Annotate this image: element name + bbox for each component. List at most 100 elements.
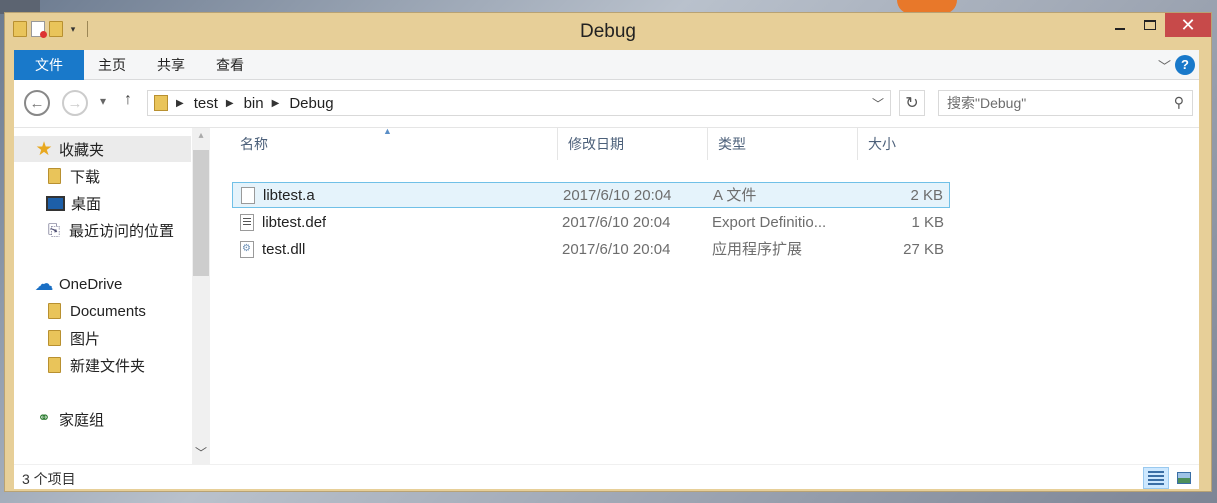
sidebar-item-onedrive[interactable]: ☁ OneDrive xyxy=(14,271,123,297)
sidebar-item-label: 桌面 xyxy=(71,195,102,213)
close-icon: ✕ xyxy=(1180,14,1196,35)
forward-button[interactable]: → xyxy=(62,90,88,116)
sidebar-item-recent-places[interactable]: ⎘ 最近访问的位置 xyxy=(14,217,174,243)
column-header-size[interactable]: 大小 xyxy=(857,128,953,160)
homegroup-icon: ⚭ xyxy=(37,410,51,427)
breadcrumb-separator-icon[interactable]: ▶ xyxy=(272,98,280,109)
back-button[interactable]: ← xyxy=(24,90,50,116)
desktop-icon xyxy=(46,195,65,211)
file-name: libtest.a xyxy=(263,187,315,204)
sidebar-item-label: 图片 xyxy=(70,330,101,348)
refresh-icon: ↻ xyxy=(905,95,919,112)
refresh-button[interactable]: ↻ xyxy=(899,90,925,116)
details-view-button[interactable] xyxy=(1143,467,1169,489)
text-file-icon xyxy=(240,214,254,231)
search-box: ⚲ xyxy=(938,90,1193,116)
file-date: 2017/6/10 20:04 xyxy=(563,187,672,204)
recent-places-icon: ⎘ xyxy=(47,221,60,239)
breadcrumb-separator-icon[interactable]: ▶ xyxy=(226,98,234,109)
window-title: Debug xyxy=(580,21,636,42)
up-arrow-icon[interactable]: ↑ xyxy=(124,91,132,109)
close-button[interactable]: ✕ xyxy=(1165,13,1211,37)
sidebar-scrollbar[interactable]: ▴ ﹀ xyxy=(192,128,210,465)
sidebar-item-label: 下载 xyxy=(70,168,101,186)
file-name: libtest.def xyxy=(262,214,327,231)
file-size: 1 KB xyxy=(911,214,944,231)
file-date: 2017/6/10 20:04 xyxy=(562,214,671,231)
breadcrumb-separator-icon[interactable]: ▶ xyxy=(176,98,184,109)
ribbon-tabs: 文件 主页 共享 查看 ﹀ ? xyxy=(14,50,1199,80)
scrollbar-thumb[interactable] xyxy=(193,150,209,276)
recent-locations-chevron-icon[interactable]: ▾ xyxy=(100,94,106,108)
star-icon: ★ xyxy=(35,138,53,160)
address-history-chevron-icon[interactable]: ﹀ xyxy=(872,95,884,112)
explorer-window: ▾ Debug ✕ 文件 主页 共享 查看 ﹀ ? ← → ▾ ↑ ▶ test… xyxy=(4,12,1212,492)
file-list: ▲ 名称 修改日期 类型 大小 libtest.a 2017/6/10 20:0… xyxy=(211,126,1199,465)
maximize-icon xyxy=(1144,20,1156,30)
sidebar-item-homegroup[interactable]: ⚭ 家庭组 xyxy=(14,406,104,432)
minimize-button[interactable] xyxy=(1105,13,1135,37)
sidebar-item-label: 收藏夹 xyxy=(59,141,105,159)
column-header-name[interactable]: 名称 xyxy=(230,128,560,160)
file-row-libtest-a[interactable]: libtest.a 2017/6/10 20:04 A 文件 2 KB xyxy=(232,182,950,208)
help-icon[interactable]: ? xyxy=(1175,55,1195,75)
file-name: test.dll xyxy=(262,241,306,258)
sidebar-item-label: 最近访问的位置 xyxy=(69,222,175,240)
file-row-test-dll[interactable]: test.dll 2017/6/10 20:04 应用程序扩展 27 KB xyxy=(232,237,950,263)
window-controls: ✕ xyxy=(1105,13,1211,37)
address-bar[interactable]: ▶ test ▶ bin ▶ Debug ﹀ xyxy=(147,90,891,116)
breadcrumb-bin[interactable]: bin xyxy=(244,95,264,112)
search-icon[interactable]: ⚲ xyxy=(1174,94,1184,111)
breadcrumb-test[interactable]: test xyxy=(194,95,218,112)
onedrive-cloud-icon: ☁ xyxy=(34,273,54,295)
large-icons-view-icon xyxy=(1177,472,1191,484)
file-size: 27 KB xyxy=(903,241,944,258)
minimize-icon xyxy=(1115,28,1125,30)
file-size: 2 KB xyxy=(910,187,943,204)
folder-icon xyxy=(48,357,61,373)
column-header-date[interactable]: 修改日期 xyxy=(557,128,707,160)
forward-arrow-icon: → xyxy=(67,94,83,112)
sidebar-item-desktop[interactable]: 桌面 xyxy=(14,190,101,216)
expand-ribbon-chevron-icon[interactable]: ﹀ xyxy=(1158,56,1171,75)
column-header-type[interactable]: 类型 xyxy=(707,128,857,160)
sidebar-item-new-folder[interactable]: 新建文件夹 xyxy=(14,352,145,378)
folder-icon xyxy=(48,303,61,319)
file-date: 2017/6/10 20:04 xyxy=(562,241,671,258)
sidebar-item-pictures[interactable]: 图片 xyxy=(14,325,100,351)
sidebar-item-label: Documents xyxy=(70,302,146,320)
dll-file-icon xyxy=(240,241,254,258)
sidebar-item-label: OneDrive xyxy=(59,275,123,293)
blank-file-icon xyxy=(241,187,255,204)
details-view-icon xyxy=(1148,471,1164,485)
tab-file[interactable]: 文件 xyxy=(14,50,84,80)
downloads-folder-icon xyxy=(48,168,61,184)
title-bar[interactable]: ▾ Debug ✕ xyxy=(5,13,1211,49)
file-type: Export Definitio... xyxy=(712,214,827,231)
file-type: A 文件 xyxy=(713,187,757,204)
folder-icon xyxy=(48,330,61,346)
tab-view[interactable]: 查看 xyxy=(202,50,258,80)
sidebar-item-label: 新建文件夹 xyxy=(70,357,146,375)
folder-icon xyxy=(154,95,168,111)
content-area: ★ 收藏夹 下载 桌面 ⎘ 最近访问的位置 ☁ OneDrive Documen… xyxy=(14,126,1199,465)
search-input[interactable] xyxy=(939,91,1159,115)
maximize-button[interactable] xyxy=(1135,13,1165,37)
navigation-pane: ★ 收藏夹 下载 桌面 ⎘ 最近访问的位置 ☁ OneDrive Documen… xyxy=(14,128,211,465)
tab-home[interactable]: 主页 xyxy=(84,50,140,80)
file-row-libtest-def[interactable]: libtest.def 2017/6/10 20:04 Export Defin… xyxy=(232,210,950,236)
item-count: 3 个项目 xyxy=(22,471,76,487)
scroll-up-chevron-icon[interactable]: ▴ xyxy=(192,130,210,141)
navigation-bar: ← → ▾ ↑ ▶ test ▶ bin ▶ Debug ﹀ ↻ ⚲ xyxy=(14,80,1199,127)
back-arrow-icon: ← xyxy=(29,94,45,112)
sidebar-item-documents[interactable]: Documents xyxy=(14,298,146,324)
sidebar-item-favorites[interactable]: ★ 收藏夹 xyxy=(14,136,191,162)
scroll-down-chevron-icon[interactable]: ﹀ xyxy=(192,444,210,461)
sidebar-item-downloads[interactable]: 下载 xyxy=(14,163,100,189)
sidebar-item-label: 家庭组 xyxy=(59,411,105,429)
status-bar: 3 个项目 xyxy=(14,464,1199,489)
file-type: 应用程序扩展 xyxy=(712,241,803,258)
large-icons-view-button[interactable] xyxy=(1171,467,1197,489)
breadcrumb-debug[interactable]: Debug xyxy=(289,95,333,112)
tab-share[interactable]: 共享 xyxy=(143,50,199,80)
